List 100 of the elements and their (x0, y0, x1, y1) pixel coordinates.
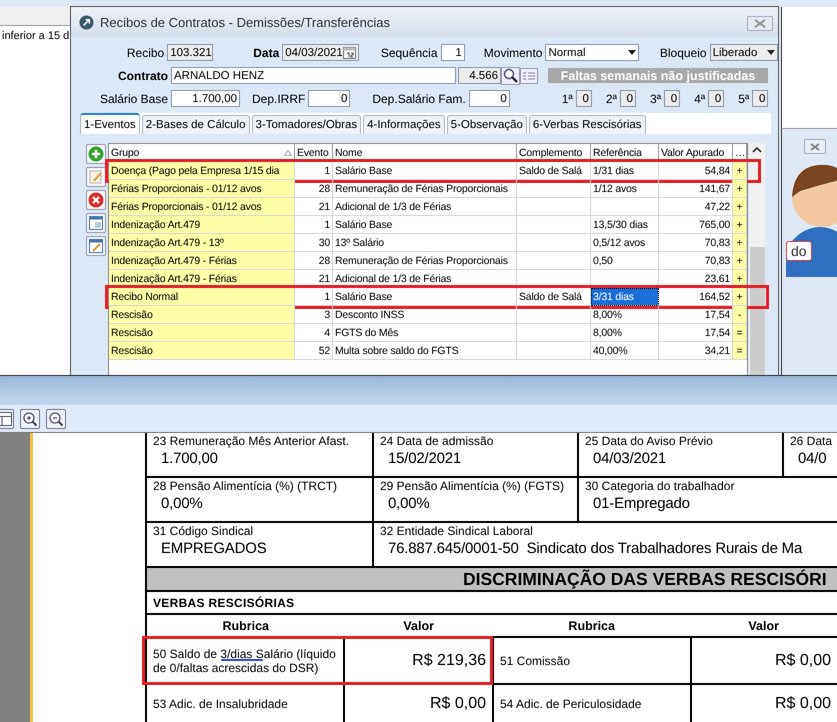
field-label: 23 Remuneração Mês Anterior Afast. (153, 434, 350, 448)
table-cell: 0,5/12 avos (591, 234, 659, 252)
table-cell: R$ 219,36 (343, 638, 492, 683)
edit-button[interactable] (86, 167, 106, 187)
field-label: 31 Código Sindical (153, 524, 254, 538)
table-cell: + (733, 234, 747, 252)
tab[interactable]: 5-Observação (446, 115, 527, 134)
table-cell: Indenização Art.479 (109, 216, 295, 234)
field-value: 0,00% (388, 495, 431, 512)
table-cell: 13,5/30 dias (591, 216, 659, 234)
table-cell: 51 Comissão (492, 638, 690, 683)
dependents-field[interactable]: 0 (468, 90, 510, 107)
week-absences-field[interactable]: 0 (752, 90, 768, 107)
zoom-out-button[interactable] (46, 408, 66, 428)
column-header: Rubrica (567, 618, 616, 634)
table-cell: 30 (295, 234, 333, 252)
table-cell: + (733, 180, 747, 198)
week-absences-field[interactable]: 0 (708, 90, 724, 107)
table-cell: 8,00% (591, 306, 659, 324)
close-icon (754, 19, 766, 28)
contract-code-field[interactable]: 4.566 (458, 67, 501, 84)
sequence-field[interactable]: 1 (440, 44, 465, 61)
table-cell: Férias Proporcionais - 01/12 avos (109, 198, 295, 216)
toolbar-strip (0, 7, 72, 26)
base-salary-field[interactable]: 1.700,00 (171, 90, 240, 107)
block-dropdown[interactable]: Liberado (710, 44, 778, 61)
table-cell: + (733, 216, 747, 234)
scrollbar[interactable] (749, 143, 765, 375)
table-cell: Adicional de 1/3 de Férias (333, 270, 517, 288)
column-header: Valor (747, 618, 780, 634)
week-label: 2ª (606, 92, 617, 106)
delete-button[interactable] (86, 190, 106, 210)
zoom-in-icon (22, 410, 38, 426)
week-absences-field[interactable]: 0 (664, 90, 680, 107)
table-cell: + (733, 288, 747, 306)
week-absences-field[interactable]: 0 (620, 90, 636, 107)
scrollbar-thumb[interactable] (750, 247, 764, 375)
week-absences-field[interactable]: 0 (576, 90, 592, 107)
field-label: Recibo (126, 46, 164, 60)
tab[interactable]: 4-Informações (363, 115, 445, 134)
tab[interactable]: 3-Tomadores/Obras (252, 115, 362, 134)
field-label: 25 Data do Aviso Prévio (585, 434, 714, 448)
calendar-icon[interactable] (342, 46, 356, 59)
table-cell: Indenização Art.479 - Férias (109, 252, 295, 270)
field-label: Bloqueio (660, 46, 707, 60)
table-cell: 0,50 (591, 252, 659, 270)
table-cell: R$ 0,00 (690, 638, 837, 683)
field-label: Contrato (117, 68, 168, 82)
pencil-icon (88, 169, 104, 185)
tab[interactable]: 2-Bases de Cálculo (142, 115, 250, 134)
zoom-in-button[interactable] (20, 408, 40, 428)
table-cell: Adicional de 1/3 de Férias (333, 198, 517, 216)
dependents-field[interactable]: 0 (308, 90, 350, 107)
table-cell: Salário Base (333, 288, 517, 306)
field-label: Movimento (484, 46, 542, 60)
receipt-field[interactable]: 103.321 (167, 44, 214, 61)
column-header: Rubrica (221, 618, 270, 634)
movement-dropdown[interactable]: Normal (545, 44, 639, 61)
table-cell: + (733, 162, 747, 180)
add-button[interactable] (86, 144, 106, 164)
table-cell: Férias Proporcionais - 01/12 avos (109, 180, 295, 198)
field-value: EMPREGADOS (161, 540, 268, 557)
table-cell: R$ 0,00 (690, 685, 837, 722)
table-cell: - (733, 306, 747, 324)
field-value: 76.887.645/0001-50 Sindicato dos Trabalhadores Rurais de Ma (388, 540, 804, 557)
table-cell: 53 Adic. de Insalubridade (145, 685, 343, 722)
delete-icon (88, 192, 104, 208)
edit-window-button[interactable] (86, 236, 106, 256)
tab[interactable]: 6-Verbas Rescisórias (528, 115, 646, 134)
close-button[interactable] (804, 139, 826, 154)
table-cell: Rescisão (109, 342, 295, 360)
table-cell: 13º Salário (333, 234, 517, 252)
field-value: 01-Empregado (593, 495, 691, 512)
caret-icon (628, 50, 636, 55)
caret-icon (767, 50, 775, 55)
app-icon (79, 14, 94, 30)
zoom-out-icon (48, 410, 64, 426)
list-row-text: inferior a 15 d (1, 29, 70, 42)
badge-label: do (786, 241, 812, 261)
plus-icon (88, 146, 104, 162)
search-icon[interactable] (501, 66, 520, 84)
close-button[interactable] (747, 16, 773, 31)
table-cell: 1/12 avos (591, 180, 659, 198)
tab[interactable]: 1-Eventos (80, 113, 140, 134)
field-label: 29 Pensão Alimentícia (%) (FGTS) (380, 479, 566, 493)
table-cell: Recibo Normal (109, 288, 295, 306)
table-cell: 28 (295, 180, 333, 198)
contract-field[interactable]: ARNALDO HENZ (171, 67, 456, 84)
table-cell: 1 (295, 162, 333, 180)
table-button[interactable] (0, 408, 14, 428)
field-label: Dep.IRRF (252, 92, 306, 106)
sort-arrow-icon (284, 150, 292, 156)
section-header: DISCRIMINAÇÃO DAS VERBAS RESCISÓRI (145, 568, 837, 592)
week-label: 4ª (694, 92, 706, 106)
table-cell: Rescisão (109, 306, 295, 324)
table-cell: 28 (295, 252, 333, 270)
window-button[interactable] (86, 213, 106, 233)
table-cell: Saldo de Salá (517, 162, 591, 180)
table-icon (0, 412, 12, 426)
date-field[interactable]: 04/03/2021 (282, 44, 359, 61)
